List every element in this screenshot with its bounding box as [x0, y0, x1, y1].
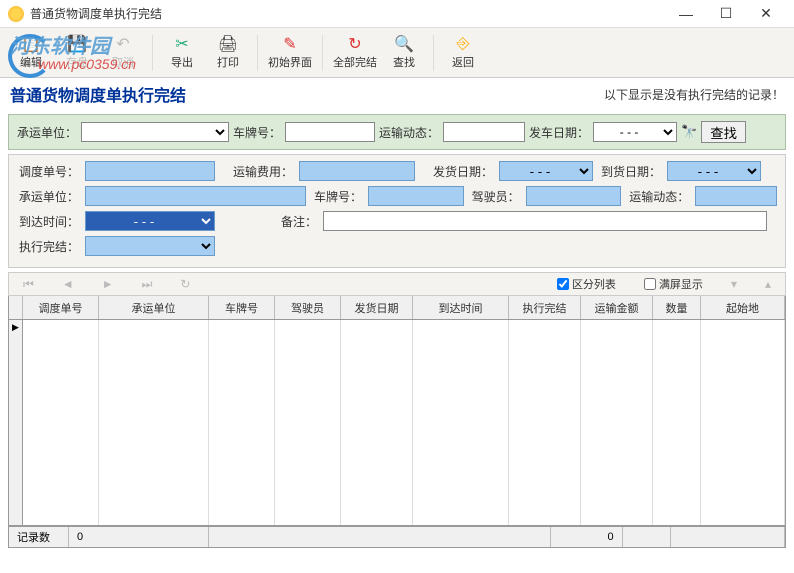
nav-first-icon[interactable]: ⏮ — [23, 277, 34, 292]
carrier-label: 承运单位： — [17, 124, 77, 141]
detail-carrier-label: 承运单位： — [17, 188, 79, 205]
binoculars-icon: 🔭 — [681, 124, 697, 140]
finish-all-button[interactable]: ↻ 全部完结 — [329, 30, 381, 76]
col-header[interactable]: 起始地 — [701, 296, 785, 319]
nav-prev-icon[interactable]: ◄ — [62, 277, 74, 291]
col-header[interactable]: 调度单号 — [23, 296, 99, 319]
col-header[interactable]: 车牌号 — [209, 296, 275, 319]
window-title: 普通货物调度单执行完结 — [30, 5, 666, 22]
cancel-icon: ↶ — [113, 35, 133, 53]
driver-label: 驾驶员： — [470, 188, 520, 205]
record-count-label: 记录数 — [9, 527, 69, 547]
exec-finish-select[interactable] — [85, 236, 215, 256]
split-list-checkbox[interactable]: 区分列表 — [557, 276, 616, 292]
maximize-button[interactable]: ☐ — [706, 0, 746, 28]
toolbar-separator — [322, 35, 323, 71]
row-marker: ▶ — [9, 320, 23, 525]
plate-label: 车牌号： — [233, 124, 281, 141]
footer-spacer — [209, 527, 551, 547]
record-count-value: 0 — [69, 527, 209, 547]
reset-icon: ✎ — [280, 35, 300, 53]
fullscreen-checkbox[interactable]: 满屏显示 — [644, 276, 703, 292]
detail-carrier-field[interactable] — [85, 186, 306, 206]
transport-status-input[interactable] — [443, 122, 525, 142]
col-header[interactable]: 执行完结 — [509, 296, 581, 319]
driver-field[interactable] — [526, 186, 622, 206]
arrive-time-select[interactable]: - - - — [85, 211, 215, 231]
arrive-time-label: 到达时间： — [17, 213, 79, 230]
detail-plate-field[interactable] — [368, 186, 464, 206]
carrier-select[interactable] — [81, 122, 229, 142]
plate-input[interactable] — [285, 122, 375, 142]
nav-collapse-icon[interactable]: ▾ — [731, 277, 737, 291]
footer-qty — [623, 527, 671, 547]
toolbar: 📋 编辑 💾 存盘 ↶ 取消 ✂ 导出 🖨 打印 ✎ 初始界面 ↻ 全部完结 🔍… — [0, 28, 794, 78]
col-header[interactable]: 发货日期 — [341, 296, 413, 319]
print-button[interactable]: 🖨 打印 — [205, 30, 251, 76]
save-button[interactable]: 💾 存盘 — [54, 30, 100, 76]
grid-body[interactable]: ▶ — [9, 320, 785, 525]
dispatch-date-select[interactable]: - - - — [593, 122, 677, 142]
dispatch-date-label: 发车日期： — [529, 124, 589, 141]
toolbar-separator — [433, 35, 434, 71]
footer-end — [671, 527, 785, 547]
grid-footer: 记录数 0 0 — [8, 526, 786, 548]
minimize-button[interactable]: — — [666, 0, 706, 28]
header-note: 以下显示是没有执行完结的记录！ — [604, 86, 784, 103]
cancel-button[interactable]: ↶ 取消 — [100, 30, 146, 76]
app-icon — [8, 6, 24, 22]
grid-header: 调度单号 承运单位 车牌号 驾驶员 发货日期 到达时间 执行完结 运输金额 数量… — [9, 296, 785, 320]
titlebar: 普通货物调度单执行完结 — ☐ ✕ — [0, 0, 794, 28]
col-header[interactable]: 驾驶员 — [275, 296, 341, 319]
export-button[interactable]: ✂ 导出 — [159, 30, 205, 76]
close-button[interactable]: ✕ — [746, 0, 786, 28]
order-no-label: 调度单号： — [17, 163, 79, 180]
find-icon: 🔍 — [394, 35, 414, 53]
data-grid: 调度单号 承运单位 车牌号 驾驶员 发货日期 到达时间 执行完结 运输金额 数量… — [8, 296, 786, 526]
find-button[interactable]: 🔍 查找 — [381, 30, 427, 76]
page-title: 普通货物调度单执行完结 — [10, 82, 604, 106]
save-icon: 💾 — [67, 35, 87, 53]
footer-amount: 0 — [551, 527, 623, 547]
refresh-icon: ↻ — [345, 35, 365, 53]
return-button[interactable]: ⎆ 返回 — [440, 30, 486, 76]
nav-next-icon[interactable]: ► — [102, 277, 114, 291]
search-button[interactable]: 查找 — [701, 121, 746, 143]
remark-label: 备注： — [221, 213, 317, 230]
transport-status-label: 运输动态： — [379, 124, 439, 141]
nav-last-icon[interactable]: ⏭ — [142, 277, 153, 292]
col-header[interactable]: 承运单位 — [99, 296, 209, 319]
search-panel: 承运单位： 车牌号： 运输动态： 发车日期： - - - 🔭 查找 — [8, 114, 786, 150]
detail-transport-status-field[interactable] — [695, 186, 777, 206]
nav-refresh-icon[interactable]: ↻ — [180, 277, 190, 291]
col-header[interactable]: 数量 — [653, 296, 701, 319]
watermark-logo-icon — [8, 34, 44, 70]
remark-input[interactable] — [323, 211, 767, 231]
freight-field[interactable] — [299, 161, 415, 181]
col-header[interactable]: 运输金额 — [581, 296, 653, 319]
freight-label: 运输费用： — [221, 163, 293, 180]
arrive-date-select[interactable]: - - - — [667, 161, 761, 181]
toolbar-separator — [257, 35, 258, 71]
header-row: 普通货物调度单执行完结 以下显示是没有执行完结的记录！ — [0, 78, 794, 110]
return-icon: ⎆ — [453, 35, 473, 53]
grid-nav-bar: ⏮ ◄ ► ⏭ ↻ 区分列表 满屏显示 ▾ ▴ — [8, 272, 786, 296]
arrive-date-label: 到货日期： — [599, 163, 661, 180]
row-selector-col — [9, 296, 23, 319]
nav-expand-icon[interactable]: ▴ — [765, 277, 771, 291]
detail-plate-label: 车牌号： — [312, 188, 362, 205]
col-header[interactable]: 到达时间 — [413, 296, 509, 319]
detail-panel: 调度单号： 运输费用： 发货日期： - - - 到货日期： - - - 承运单位… — [8, 154, 786, 268]
ship-date-label: 发货日期： — [421, 163, 493, 180]
toolbar-separator — [152, 35, 153, 71]
detail-transport-status-label: 运输动态： — [627, 188, 689, 205]
reset-button[interactable]: ✎ 初始界面 — [264, 30, 316, 76]
print-icon: 🖨 — [218, 35, 238, 53]
export-icon: ✂ — [172, 35, 192, 53]
exec-finish-label: 执行完结： — [17, 238, 79, 255]
order-no-field[interactable] — [85, 161, 215, 181]
ship-date-select[interactable]: - - - — [499, 161, 593, 181]
